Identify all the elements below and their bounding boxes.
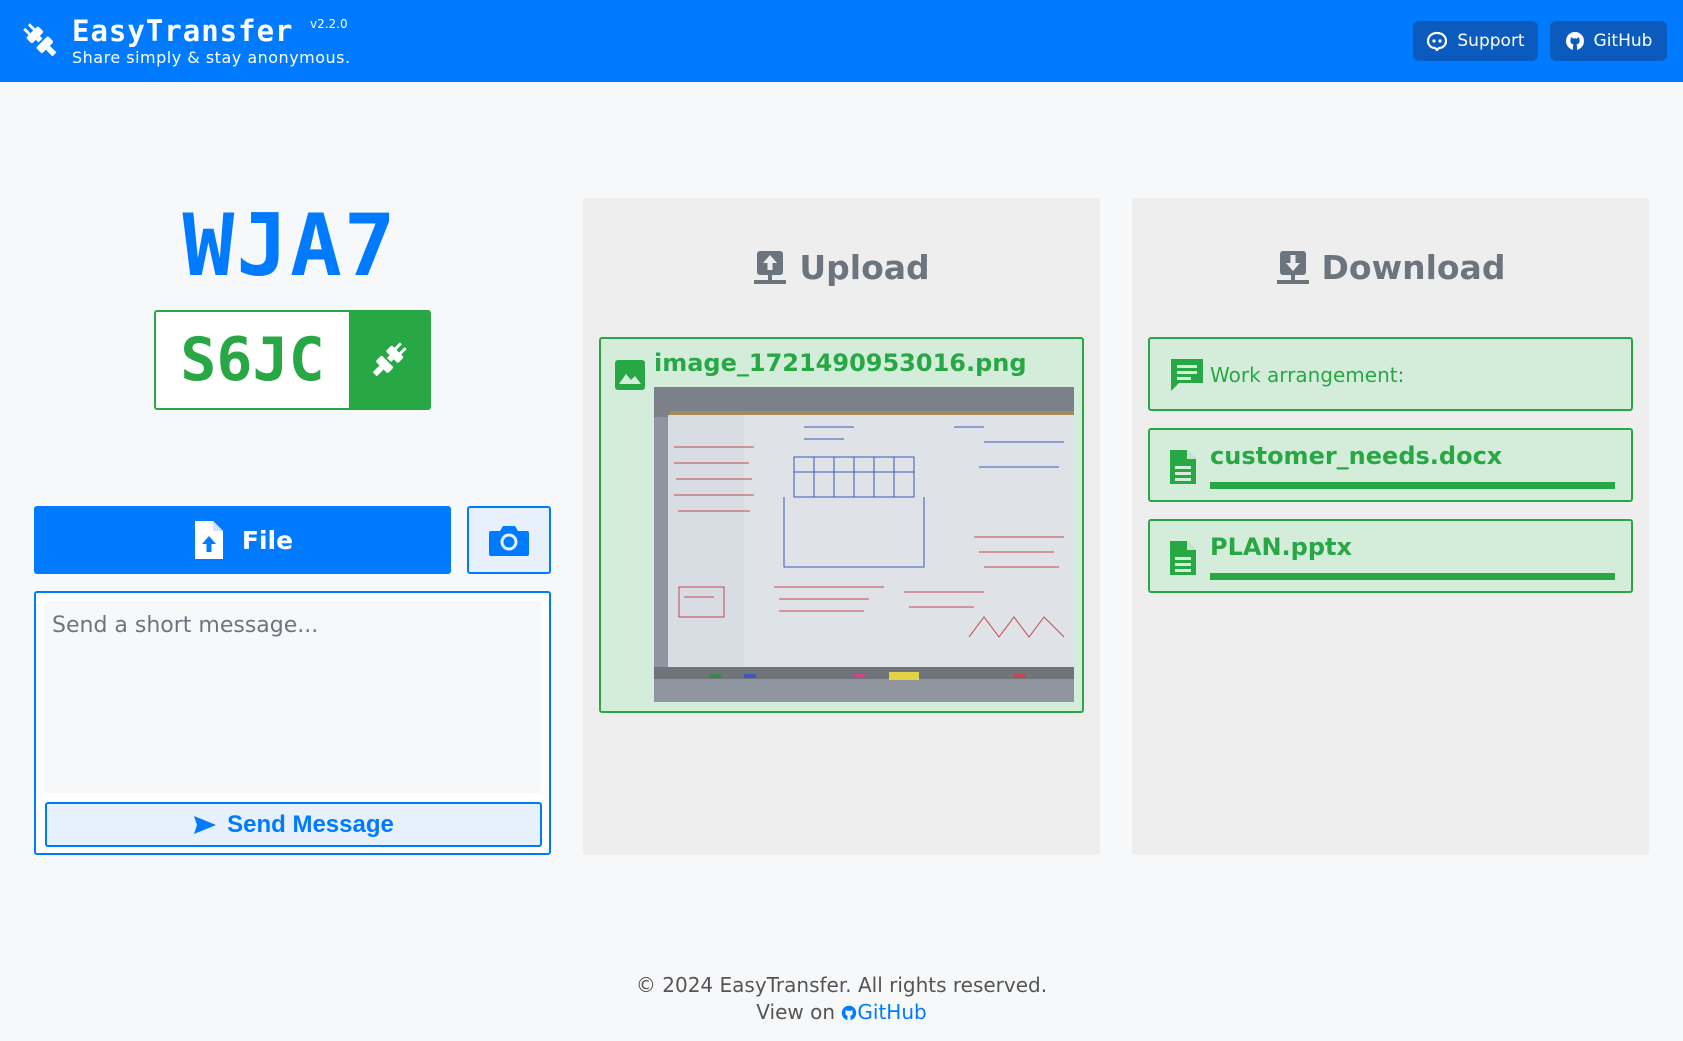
github-icon [842, 1005, 857, 1021]
download-item-message[interactable]: Work arrangement: [1148, 337, 1633, 411]
message-input[interactable] [44, 601, 541, 793]
image-preview[interactable] [654, 387, 1074, 702]
camera-button[interactable] [467, 506, 551, 574]
share-code-top: WJA7 [182, 196, 398, 296]
download-file-name: PLAN.pptx [1210, 533, 1352, 561]
support-label: Support [1457, 31, 1525, 51]
send-message-label: Send Message [227, 810, 394, 838]
upload-panel: Upload image_1721490953016.png [583, 198, 1100, 855]
upload-title: Upload [583, 248, 1100, 287]
download-progress-bar [1210, 573, 1615, 580]
send-message-button[interactable]: Send Message [45, 802, 542, 847]
download-title: Download [1132, 248, 1649, 287]
document-icon [1170, 450, 1196, 484]
view-on-text: View on [756, 1000, 836, 1024]
github-button[interactable]: GitHub [1550, 21, 1667, 61]
progress-fill [1210, 482, 1615, 489]
header-bar: EasyTransfer v2.2.0 Share simply & stay … [0, 0, 1683, 82]
download-icon [1276, 250, 1309, 284]
support-button[interactable]: Support [1413, 21, 1538, 61]
upload-title-label: Upload [799, 248, 930, 287]
footer-github-link[interactable]: GitHub [841, 1000, 927, 1024]
image-icon [615, 360, 645, 390]
file-button[interactable]: File [34, 506, 451, 574]
share-code-box: S6JC [154, 310, 431, 410]
plug-icon [23, 23, 57, 57]
progress-fill [1210, 573, 1615, 580]
support-icon [1427, 31, 1448, 51]
download-item-file[interactable]: PLAN.pptx [1148, 519, 1633, 593]
plug-icon [372, 342, 407, 377]
brand-tagline: Share simply & stay anonymous. [72, 48, 351, 67]
message-icon [1171, 359, 1203, 391]
download-file-name: customer_needs.docx [1210, 442, 1503, 470]
message-composer: Send Message [34, 591, 551, 855]
file-label: File [241, 525, 294, 555]
download-item-file[interactable]: customer_needs.docx [1148, 428, 1633, 502]
footer-github-line: View on GitHub [0, 999, 1683, 1026]
send-icon [194, 815, 217, 834]
upload-file-name: image_1721490953016.png [654, 349, 1027, 377]
footer-github-label: GitHub [857, 1000, 927, 1024]
download-message-text: Work arrangement: [1210, 363, 1405, 387]
github-icon [1565, 32, 1584, 50]
github-label: GitHub [1593, 31, 1653, 51]
document-icon [1170, 541, 1196, 575]
download-progress-bar [1210, 482, 1615, 489]
file-upload-icon [194, 521, 223, 559]
camera-icon [489, 526, 529, 556]
footer: © 2024 EasyTransfer. All rights reserved… [0, 972, 1683, 1026]
download-panel: Download Work arrangement: customer_need… [1132, 198, 1649, 855]
connect-button[interactable] [349, 312, 429, 408]
upload-icon [754, 250, 787, 284]
copyright-text: © 2024 EasyTransfer. All rights reserved… [635, 973, 1048, 997]
download-title-label: Download [1321, 248, 1506, 287]
brand-title: EasyTransfer [72, 14, 294, 48]
upload-item-image[interactable]: image_1721490953016.png [599, 337, 1084, 713]
share-code-bottom: S6JC [180, 325, 325, 395]
version-label: v2.2.0 [310, 17, 348, 31]
